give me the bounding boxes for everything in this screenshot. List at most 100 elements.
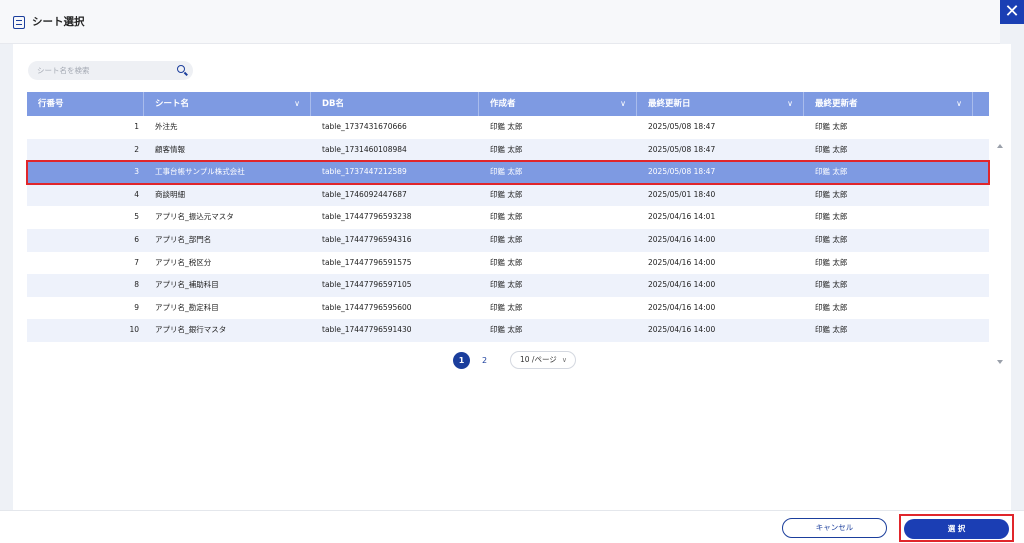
cell-updated-at: 2025/04/16 14:00: [648, 302, 716, 312]
table-row[interactable]: 4 商談明細 table_1746092447687 印鑑 太郎 2025/05/01 …: [27, 183, 989, 207]
cell-sheet-name: アプリ名_銀行マスタ: [155, 325, 227, 335]
header-col-sheet-name[interactable]: シート名 ∨: [144, 92, 311, 116]
header-col-updated-at[interactable]: 最終更新日 ∨: [637, 92, 804, 116]
cell-updated-at: 2025/05/08 18:47: [648, 122, 716, 131]
cell-sheet-name: 顧客情報: [155, 144, 185, 154]
cell-updater: 印鑑 太郎: [815, 234, 848, 244]
cell-updated-at: 2025/05/01 18:40: [648, 189, 716, 199]
cell-updated-at: 2025/04/16 14:00: [648, 280, 716, 290]
cell-row-number: 4: [134, 189, 139, 199]
chevron-down-icon: ∨: [561, 356, 567, 364]
cell-updated-at: 2025/04/16 14:00: [648, 257, 716, 267]
cell-db-name: table_1737431670666: [322, 122, 407, 131]
cell-row-number: 9: [134, 302, 139, 312]
table-row[interactable]: 2 顧客情報 table_1731460108984 印鑑 太郎 2025/05/08 …: [27, 138, 989, 162]
cell-updater: 印鑑 太郎: [815, 302, 848, 312]
header-label: シート名: [155, 99, 190, 109]
cell-sheet-name: アプリ名_振込元マスタ: [155, 212, 234, 222]
cell-updated-at: 2025/04/16 14:01: [648, 212, 716, 222]
cell-row-number: 1: [134, 122, 139, 131]
header-col-db-name: DB名: [311, 92, 479, 116]
cell-updater: 印鑑 太郎: [815, 144, 848, 154]
table-header: 行番号 シート名 ∨ DB名 作成者 ∨ 最終更新日 ∨ 最終更新者 ∨: [27, 92, 989, 116]
search-input[interactable]: [28, 61, 168, 80]
select-button-highlight: 選 択: [899, 514, 1014, 542]
cell-updated-at: 2025/04/16 14:00: [648, 234, 716, 244]
cell-updater: 印鑑 太郎: [815, 280, 848, 290]
cell-sheet-name: アプリ名_税区分: [155, 257, 212, 267]
cell-row-number: 7: [134, 257, 139, 267]
cell-sheet-name: 商談明細: [155, 189, 185, 199]
cell-updater: 印鑑 太郎: [815, 189, 848, 199]
cell-sheet-name: 工事台帳サンプル株式会社: [155, 167, 245, 177]
table-row[interactable]: 8 アプリ名_補助科目 table_17447796597105 印鑑 太郎 2025/…: [27, 274, 989, 297]
cell-creator: 印鑑 太郎: [490, 189, 523, 199]
cell-db-name: table_1737447212589: [322, 167, 407, 177]
cell-row-number: 10: [129, 325, 139, 335]
header-col-row-number: 行番号: [27, 92, 144, 116]
chevron-down-icon[interactable]: ∨: [787, 92, 793, 116]
cell-creator: 印鑑 太郎: [490, 212, 523, 222]
page-size-label: 10 /ページ: [520, 355, 557, 364]
cell-db-name: table_17447796594316: [322, 234, 412, 244]
scroll-up-icon[interactable]: [997, 144, 1003, 148]
chevron-down-icon[interactable]: ∨: [956, 92, 962, 116]
cell-creator: 印鑑 太郎: [490, 325, 523, 335]
cell-creator: 印鑑 太郎: [490, 280, 523, 290]
cell-creator: 印鑑 太郎: [490, 122, 523, 131]
cell-creator: 印鑑 太郎: [490, 144, 523, 154]
sheet-list-icon: [13, 16, 25, 29]
page-size-select[interactable]: 10 /ページ ∨: [510, 351, 576, 369]
cell-updated-at: 2025/04/16 14:00: [648, 325, 716, 335]
cell-updater: 印鑑 太郎: [815, 325, 848, 335]
table-row[interactable]: 6 アプリ名_部門名 table_17447796594316 印鑑 太郎 2025/0…: [27, 228, 989, 252]
cell-creator: 印鑑 太郎: [490, 167, 523, 177]
header-label: DB名: [322, 99, 345, 109]
cell-updater: 印鑑 太郎: [815, 257, 848, 267]
cancel-button[interactable]: キャンセル: [782, 518, 887, 538]
cell-updated-at: 2025/05/08 18:47: [648, 167, 716, 177]
cell-sheet-name: アプリ名_勘定科目: [155, 302, 219, 312]
scroll-down-icon[interactable]: [997, 360, 1003, 364]
table-row[interactable]: 5 アプリ名_振込元マスタ table_17447796593238 印鑑 太郎 202…: [27, 206, 989, 229]
cell-sheet-name: アプリ名_補助科目: [155, 280, 219, 290]
sheet-table: 行番号 シート名 ∨ DB名 作成者 ∨ 最終更新日 ∨ 最終更新者 ∨ 1 外注先 table_17…: [26, 92, 1003, 364]
cell-creator: 印鑑 太郎: [490, 257, 523, 267]
cell-sheet-name: アプリ名_部門名: [155, 234, 212, 244]
select-button[interactable]: 選 択: [904, 519, 1009, 539]
cell-db-name: table_17447796597105: [322, 280, 412, 290]
pagination: 1 2 10 /ページ ∨: [453, 351, 576, 369]
close-icon: ✕: [1004, 1, 1020, 22]
page-button-1[interactable]: 1: [453, 351, 470, 369]
dialog-title: シート選択: [32, 16, 85, 28]
table-row-selected[interactable]: 3 工事台帳サンプル株式会社 table_1737447212589 印鑑 太郎 202…: [26, 160, 990, 185]
header-label: 行番号: [38, 99, 64, 109]
search-box: [28, 61, 193, 80]
table-row[interactable]: 7 アプリ名_税区分 table_17447796591575 印鑑 太郎 2025/0…: [27, 251, 989, 275]
table-body: 1 外注先 table_1737431670666 印鑑 太郎 2025/05/08 1…: [26, 116, 1003, 364]
cell-db-name: table_17447796591430: [322, 325, 412, 335]
table-row[interactable]: 10 アプリ名_銀行マスタ table_17447796591430 印鑑 太郎 202…: [27, 319, 989, 342]
cell-creator: 印鑑 太郎: [490, 234, 523, 244]
dialog-footer: キャンセル 選 択: [0, 510, 1024, 543]
header-col-updater[interactable]: 最終更新者 ∨: [804, 92, 973, 116]
cell-row-number: 2: [134, 144, 139, 154]
header-col-creator[interactable]: 作成者 ∨: [479, 92, 637, 116]
dialog-titlebar: シート選択: [0, 0, 1000, 44]
header-scroll-spacer: [973, 92, 989, 116]
cell-creator: 印鑑 太郎: [490, 302, 523, 312]
chevron-down-icon[interactable]: ∨: [620, 92, 626, 116]
page-button-2[interactable]: 2: [476, 352, 493, 369]
close-button[interactable]: ✕: [1000, 0, 1024, 24]
cell-updater: 印鑑 太郎: [815, 212, 848, 222]
cell-sheet-name: 外注先: [155, 122, 178, 131]
cell-updated-at: 2025/05/08 18:47: [648, 144, 716, 154]
chevron-down-icon[interactable]: ∨: [294, 92, 300, 116]
header-label: 最終更新日: [648, 99, 691, 109]
cell-db-name: table_17447796591575: [322, 257, 412, 267]
table-row[interactable]: 1 外注先 table_1737431670666 印鑑 太郎 2025/05/08 1…: [27, 116, 989, 139]
table-row[interactable]: 9 アプリ名_勘定科目 table_17447796595600 印鑑 太郎 2025/…: [27, 296, 989, 320]
cell-db-name: table_17447796595600: [322, 302, 412, 312]
cell-row-number: 5: [134, 212, 139, 222]
search-icon[interactable]: [177, 65, 185, 73]
